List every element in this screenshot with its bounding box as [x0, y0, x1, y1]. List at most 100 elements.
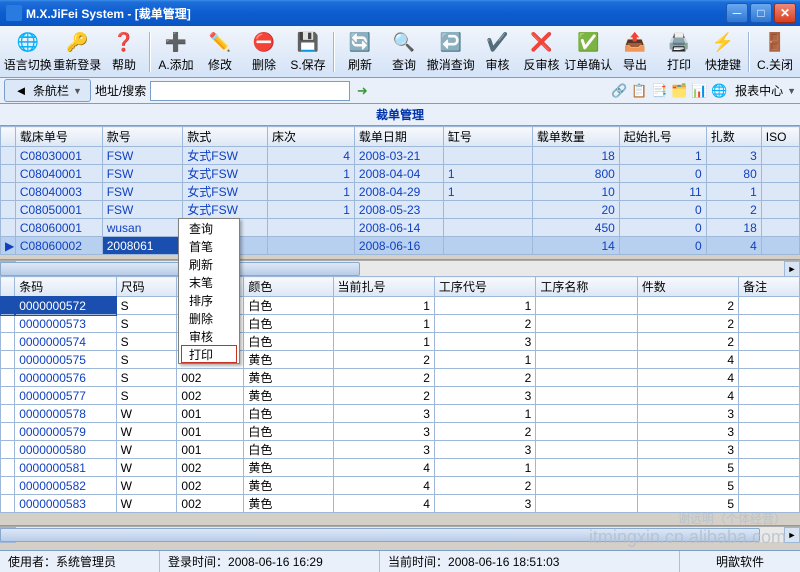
menu-item-打印[interactable]: 打印 — [181, 345, 237, 363]
table-row[interactable]: C08050001FSW女式FSW12008-05-232002 — [1, 201, 800, 219]
scroll-right-icon[interactable]: ► — [784, 261, 800, 277]
table-row[interactable]: 0000000575S黄色214 — [1, 351, 800, 369]
scroll-right-icon[interactable]: ► — [784, 527, 800, 543]
col-header[interactable] — [1, 127, 16, 147]
menu-item-首笔[interactable]: 首笔 — [179, 237, 239, 255]
undo-query-button[interactable]: ↩️撤消查询 — [427, 28, 475, 76]
toolbar-icon-2[interactable]: 📋 — [631, 83, 647, 99]
table-row[interactable]: 0000000576S002黄色224 — [1, 369, 800, 387]
col-header[interactable]: 颜色 — [244, 277, 333, 297]
help-button[interactable]: ❓帮助 — [103, 28, 145, 76]
col-header[interactable]: 扎数 — [706, 127, 761, 147]
print-button[interactable]: 🖨️打印 — [658, 28, 700, 76]
refresh-button[interactable]: 🔄刷新 — [339, 28, 381, 76]
save-button[interactable]: 💾S.保存 — [287, 28, 329, 76]
menu-item-排序[interactable]: 排序 — [179, 291, 239, 309]
col-header[interactable]: 起始扎号 — [619, 127, 706, 147]
confirm-button[interactable]: ✅订单确认 — [565, 28, 613, 76]
address-input[interactable] — [150, 81, 350, 101]
col-header[interactable]: 工序名称 — [536, 277, 637, 297]
col-header[interactable]: 工序代号 — [434, 277, 535, 297]
lang-switch-button[interactable]: 🌐语言切换 — [4, 28, 52, 76]
close-button[interactable]: ✕ — [774, 3, 796, 23]
context-menu[interactable]: 查询首笔刷新末笔排序删除审核打印 — [178, 218, 240, 364]
col-header[interactable]: 当前扎号 — [333, 277, 434, 297]
menu-item-末笔[interactable]: 末笔 — [179, 273, 239, 291]
cut-order-grid[interactable]: 载床单号款号款式床次载单日期缸号载单数量起始扎号扎数ISOC08030001FS… — [0, 126, 800, 255]
col-header[interactable] — [1, 277, 15, 297]
table-row[interactable]: 0000000574S白色132 — [1, 333, 800, 351]
table-row[interactable]: ▶C0806000220080612008-06-161404 — [1, 237, 800, 255]
col-header[interactable]: 载床单号 — [15, 127, 102, 147]
col-header[interactable]: 缸号 — [443, 127, 532, 147]
close-icon: 🚪 — [763, 31, 787, 55]
query-button[interactable]: 🔍查询 — [383, 28, 425, 76]
report-center-link[interactable]: 报表中心 — [735, 82, 783, 99]
table-row[interactable]: C08040003FSW女式FSW12008-04-29110111 — [1, 183, 800, 201]
table-row[interactable]: 0000000583W002黄色435 — [1, 495, 800, 513]
table-row[interactable]: C08040001FSW女式FSW12008-04-041800080 — [1, 165, 800, 183]
go-icon[interactable]: ➜ — [354, 83, 370, 99]
toolbar-icon-5[interactable]: 📊 — [691, 83, 707, 99]
table-row[interactable]: 0000000573S白色122 — [1, 315, 800, 333]
col-header[interactable]: 件数 — [637, 277, 738, 297]
close-button[interactable]: 🚪C.关闭 — [754, 28, 796, 76]
table-row[interactable]: 0000000577S002黄色234 — [1, 387, 800, 405]
query-icon: 🔍 — [392, 31, 416, 55]
nav-chip[interactable]: ◄ 条航栏 ▼ — [4, 79, 91, 102]
table-row[interactable]: 0000000578W001白色313 — [1, 405, 800, 423]
maximize-button[interactable]: □ — [750, 3, 772, 23]
addr-label: 地址/搜索 — [95, 82, 146, 99]
col-header[interactable]: 款式 — [183, 127, 268, 147]
refresh-label: 刷新 — [348, 56, 372, 73]
table-row[interactable]: 0000000572S白色112 — [1, 297, 800, 315]
status-user: 使用者：系统管理员 — [0, 551, 160, 572]
col-header[interactable]: 备注 — [739, 277, 800, 297]
grid1-wrap: 载床单号款号款式床次载单日期缸号载单数量起始扎号扎数ISOC08030001FS… — [0, 126, 800, 260]
minimize-button[interactable]: ─ — [726, 3, 748, 23]
menu-item-审核[interactable]: 审核 — [179, 327, 239, 345]
close-label: C.关闭 — [757, 56, 793, 73]
barcode-grid[interactable]: 条码尺码颜色当前扎号工序代号工序名称件数备注0000000572S白色11200… — [0, 276, 800, 513]
undo-query-label: 撤消查询 — [427, 56, 475, 73]
col-header[interactable]: 载单数量 — [532, 127, 619, 147]
col-header[interactable]: 载单日期 — [354, 127, 443, 147]
unaudit-button[interactable]: ❌反审核 — [521, 28, 563, 76]
delete-button[interactable]: ⛔删除 — [243, 28, 285, 76]
toolbar-icon-1[interactable]: 🔗 — [611, 83, 627, 99]
col-header[interactable]: 床次 — [268, 127, 355, 147]
table-row[interactable]: 0000000582W002黄色425 — [1, 477, 800, 495]
toolbar-icon-3[interactable]: 📑 — [651, 83, 667, 99]
menu-item-刷新[interactable]: 刷新 — [179, 255, 239, 273]
table-row[interactable]: 0000000579W001白色323 — [1, 423, 800, 441]
export-button[interactable]: 📤导出 — [614, 28, 656, 76]
table-row[interactable]: 0000000580W001白色333 — [1, 441, 800, 459]
toolbar-icon-6[interactable]: 🌐 — [711, 83, 727, 99]
col-header[interactable]: ISO — [761, 127, 799, 147]
table-row[interactable]: C08030001FSW女式FSW42008-03-211813 — [1, 147, 800, 165]
edit-label: 修改 — [208, 56, 232, 73]
status-bar: 使用者：系统管理员 登录时间：2008-06-16 16:29 当前时间：200… — [0, 550, 800, 572]
save-label: S.保存 — [290, 56, 325, 73]
col-header[interactable]: 条码 — [15, 277, 116, 297]
relogin-button[interactable]: 🔑重新登录 — [54, 28, 102, 76]
add-button[interactable]: ➕A.添加 — [155, 28, 197, 76]
add-label: A.添加 — [158, 56, 193, 73]
col-header[interactable]: 尺码 — [116, 277, 177, 297]
audit-button[interactable]: ✔️审核 — [477, 28, 519, 76]
col-header[interactable]: 款号 — [102, 127, 183, 147]
toolbar-icon-4[interactable]: 🗂️ — [671, 83, 687, 99]
shortcut-button[interactable]: ⚡快捷键 — [702, 28, 744, 76]
grid1-hscroll[interactable]: ◄ ► — [0, 260, 800, 276]
scroll-thumb[interactable] — [0, 528, 760, 542]
menu-item-删除[interactable]: 删除 — [179, 309, 239, 327]
table-row[interactable]: 0000000581W002黄色415 — [1, 459, 800, 477]
table-row[interactable]: C08060001wusan靓仔装2008-06-14450018 — [1, 219, 800, 237]
menu-item-查询[interactable]: 查询 — [179, 219, 239, 237]
grid2-wrap: 条码尺码颜色当前扎号工序代号工序名称件数备注0000000572S白色11200… — [0, 276, 800, 526]
audit-label: 审核 — [485, 56, 509, 73]
grid2-hscroll[interactable]: ◄ ► — [0, 526, 800, 542]
help-icon: ❓ — [112, 31, 136, 55]
confirm-icon: ✅ — [576, 31, 600, 55]
edit-button[interactable]: ✏️修改 — [199, 28, 241, 76]
